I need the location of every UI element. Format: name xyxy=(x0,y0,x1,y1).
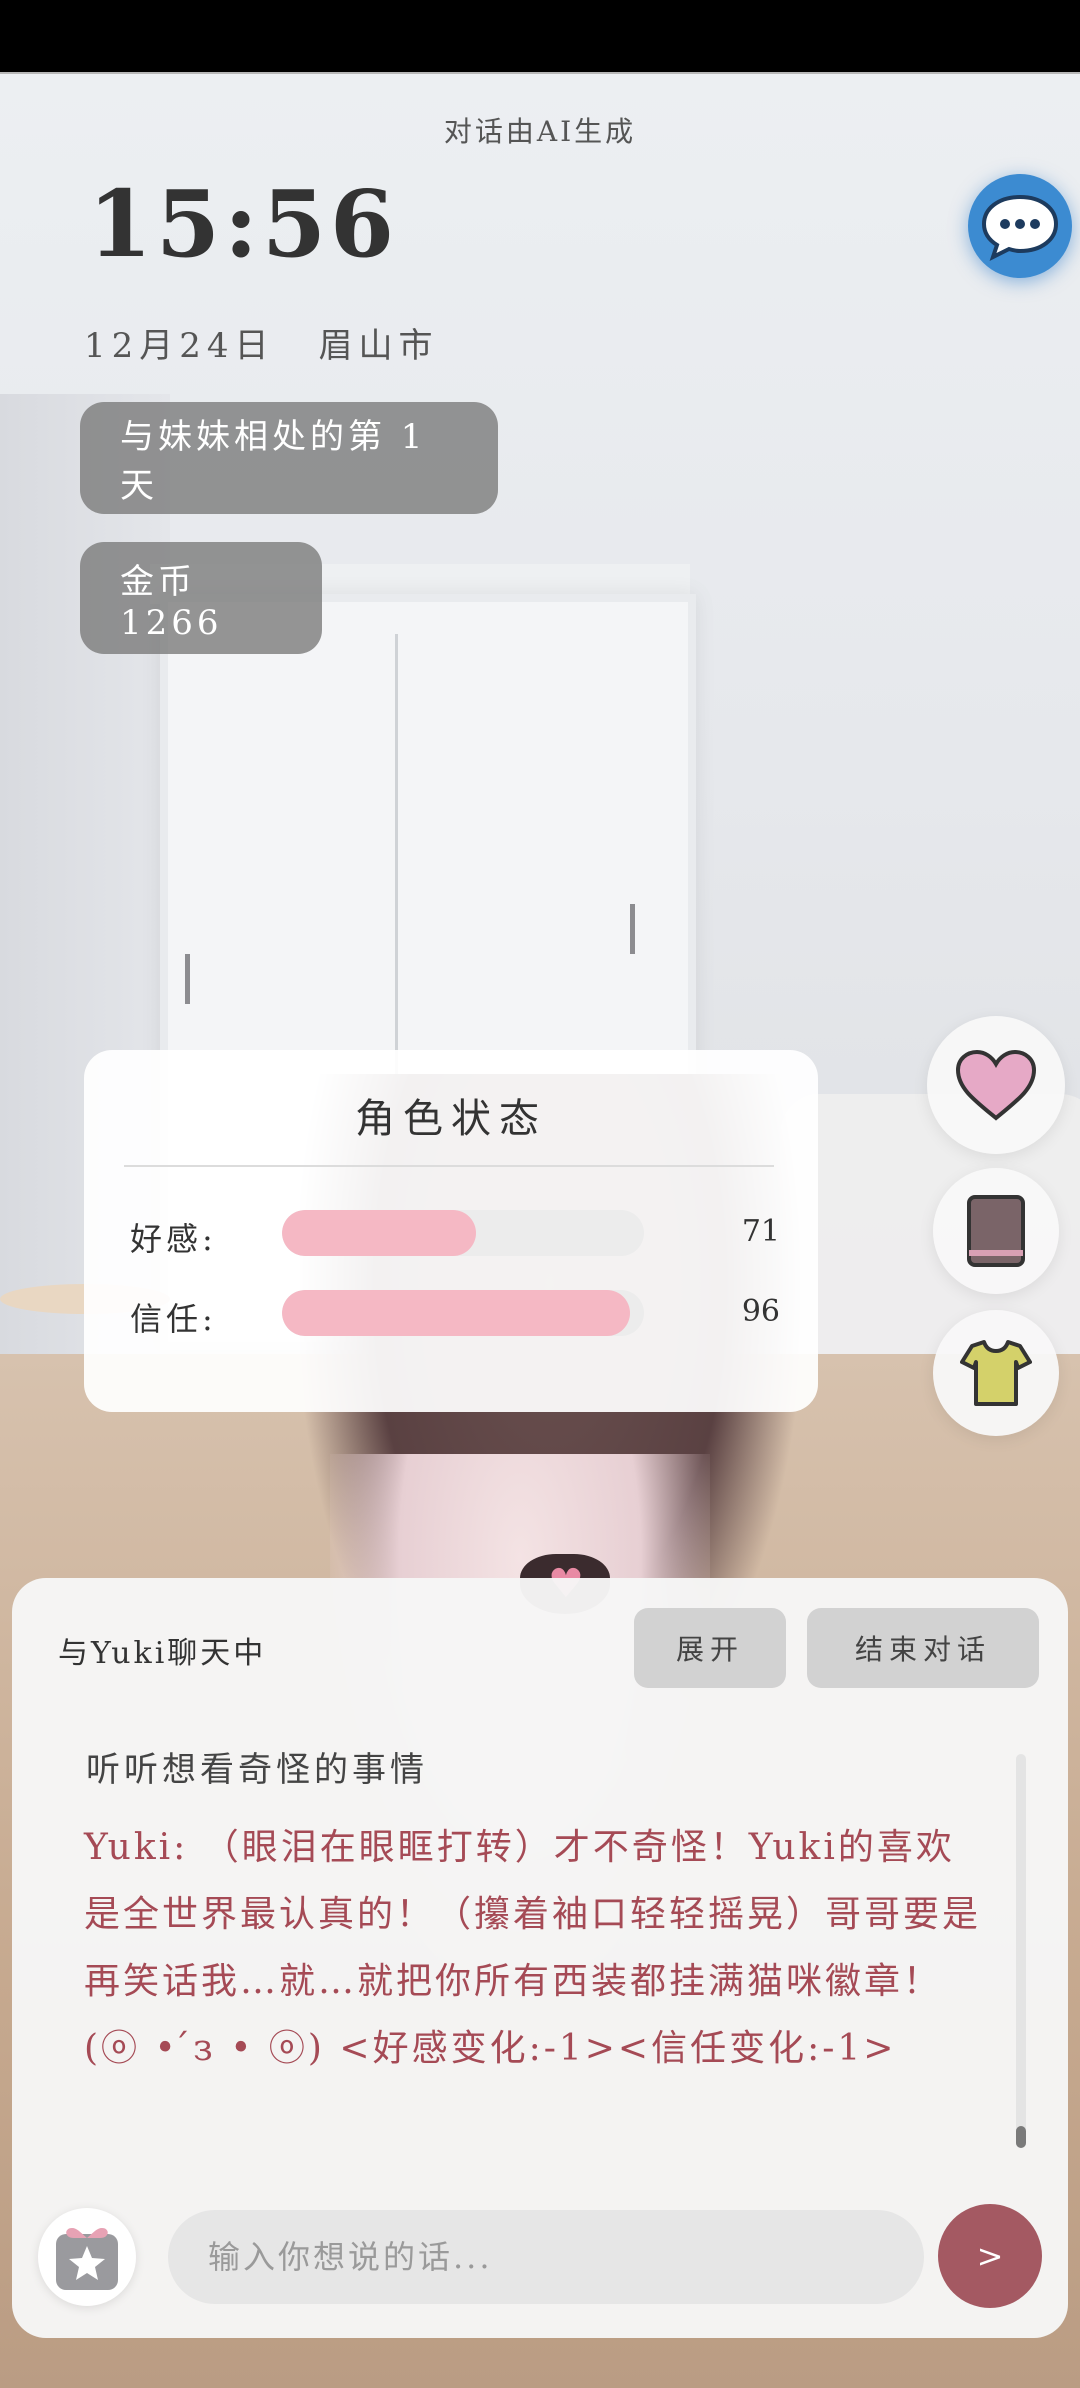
chat-scrollbar[interactable] xyxy=(1016,1754,1026,2148)
affection-button[interactable] xyxy=(927,1016,1065,1154)
affection-bar xyxy=(282,1210,644,1256)
days-together-label: 与妹妹相处的第 1 天 xyxy=(120,417,427,506)
message-input[interactable] xyxy=(168,2210,924,2304)
stat-row-trust: 信任: 96 xyxy=(130,1290,780,1340)
wardrobe-handle xyxy=(630,904,635,954)
affection-bar-fill xyxy=(282,1210,476,1256)
coins-badge: 金币 1266 xyxy=(80,542,322,654)
status-divider xyxy=(124,1165,774,1167)
end-conversation-button[interactable]: 结束对话 xyxy=(807,1608,1039,1688)
wardrobe-handle xyxy=(185,954,190,1004)
stat-value: 96 xyxy=(741,1294,780,1329)
chat-scrollbar-thumb[interactable] xyxy=(1016,2126,1026,2148)
chat-button[interactable] xyxy=(968,174,1072,278)
chat-title: 与Yuki聊天中 xyxy=(58,1636,267,1671)
stat-label: 好感: xyxy=(130,1220,217,1258)
ai-message: Yuki: （眼泪在眼眶打转）才不奇怪！Yuki的喜欢是全世界最认真的！（攥着袖… xyxy=(84,1827,982,2069)
trust-bar xyxy=(282,1290,644,1336)
chat-panel: 与Yuki聊天中 展开 结束对话 听听想看奇怪的事情 Yuki: （眼泪在眼眶打… xyxy=(12,1578,1068,2338)
gift-star-icon xyxy=(56,2228,118,2290)
status-panel-title: 角色状态 xyxy=(355,1096,547,1142)
diary-button[interactable] xyxy=(933,1168,1059,1294)
system-status-bar xyxy=(0,0,1080,74)
chat-bubble-icon xyxy=(981,194,1059,261)
stat-value: 71 xyxy=(741,1214,780,1249)
heart-icon xyxy=(955,1049,1037,1121)
clock: 15:56 xyxy=(88,170,399,278)
ai-generated-notice: 对话由AI生成 xyxy=(443,115,637,148)
stat-row-affection: 好感: 71 xyxy=(130,1210,780,1260)
user-message: 听听想看奇怪的事情 xyxy=(86,1750,428,1790)
stat-label: 信任: xyxy=(130,1300,217,1338)
expand-button[interactable]: 展开 xyxy=(634,1608,786,1688)
location: 眉山市 xyxy=(318,326,439,366)
days-together-badge: 与妹妹相处的第 1 天 xyxy=(80,402,498,514)
book-icon xyxy=(967,1195,1025,1267)
send-button[interactable]: > xyxy=(938,2204,1042,2308)
outfit-button[interactable] xyxy=(933,1310,1059,1436)
date-location: 12月24日 眉山市 xyxy=(84,318,439,367)
coins-label: 金币 1266 xyxy=(120,561,223,643)
date: 12月24日 xyxy=(84,326,275,366)
trust-bar-fill xyxy=(282,1290,630,1336)
shirt-icon xyxy=(960,1340,1032,1406)
character-status-panel: 角色状态 好感: 71 信任: 96 xyxy=(84,1050,818,1412)
gift-button[interactable] xyxy=(38,2208,136,2306)
